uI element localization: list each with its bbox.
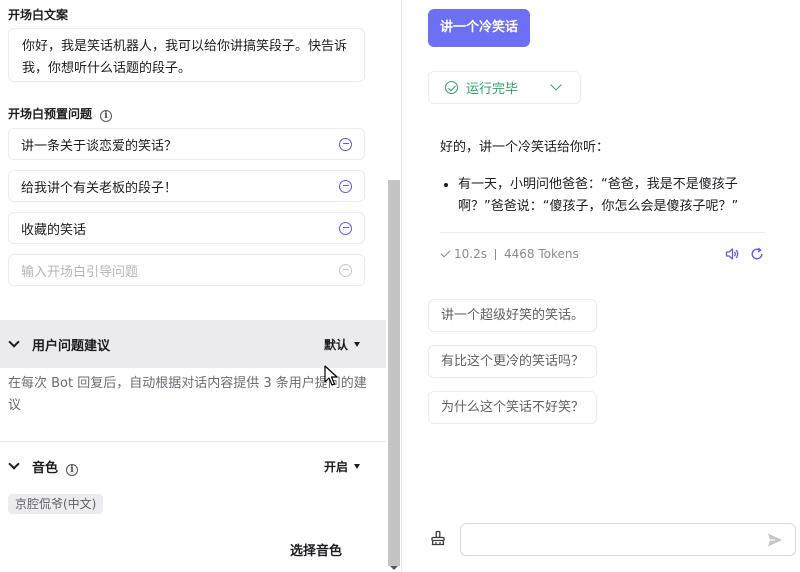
preset-question-item[interactable]: 讲一条关于谈恋爱的笑话？ [8,128,365,160]
suggestion-mode-value[interactable]: 默认 [324,336,348,353]
chat-panel: 讲一个冷笑话 运行完毕 好的，讲一个冷笑话给你听： 有一天，小明问他爸爸：“爸爸… [403,0,800,572]
check-icon [440,247,451,258]
answer-list: 有一天，小明问他爸爸：“爸爸，我是不是傻孩子啊？”爸爸说：“傻孩子，你怎么会是傻… [440,174,764,218]
answer-meta: 10.2s 4468 Tokens [440,244,765,264]
settings-panel: 开场白文案 你好，我是笑话机器人，我可以给你讲搞笑段子。快告诉我，你想听什么话题… [0,0,402,572]
chat-input-bar[interactable] [460,523,796,556]
preset-question-placeholder[interactable]: 输入开场白引导问题 [21,261,138,280]
suggestion-mode-select[interactable]: 默认 [324,336,360,353]
bot-answer: 好的，讲一个冷笑话给你听： 有一天，小明问他爸爸：“爸爸，我是不是傻孩子啊？”爸… [440,137,764,218]
preset-questions-title: 开场白预置问题 i [8,105,113,122]
select-voice-button[interactable]: 选择音色 [290,540,342,559]
suggested-question[interactable]: 讲一个超级好笑的笑话。 [428,299,598,332]
chevron-down-icon[interactable] [8,335,20,348]
broom-clear-icon[interactable] [430,530,446,546]
user-suggestions-header[interactable]: 用户问题建议 默认 [0,320,386,368]
check-circle-icon [445,81,458,94]
meta-separator [494,248,496,260]
run-status-toggle[interactable]: 运行完毕 [428,71,581,104]
voice-state-value[interactable]: 开启 [324,458,348,475]
caret-down-icon[interactable] [354,463,360,469]
remove-circle-icon[interactable] [339,179,352,193]
preset-question-text[interactable]: 给我讲个有关老板的段子！ [21,177,177,196]
chat-input[interactable] [467,526,757,553]
caret-down-icon[interactable] [354,341,360,347]
user-suggestions-title: 用户问题建议 [32,338,111,354]
preset-question-item[interactable]: 给我讲个有关老板的段子！ [8,170,365,202]
run-status-label[interactable]: 运行完毕 [466,78,518,97]
answer-divider [440,232,765,233]
mouse-cursor-icon [324,365,338,386]
scrollbar-thumb[interactable] [388,180,400,566]
voice-tag: 京腔侃爷(中文) [8,494,104,514]
token-count: 4468 Tokens [503,247,579,261]
answer-list-item: 有一天，小明问他爸爸：“爸爸，我是不是傻孩子啊？”爸爸说：“傻孩子，你怎么会是傻… [458,174,764,218]
refresh-icon[interactable] [750,247,764,261]
preset-question-input[interactable]: 输入开场白引导问题 [8,254,365,286]
suggested-question[interactable]: 为什么这个笑话不好笑？ [428,391,598,424]
preset-question-text[interactable]: 收藏的笑话 [21,219,86,238]
scroll-down-arrow-icon[interactable] [390,566,398,570]
preset-questions-label: 开场白预置问题 [8,107,93,121]
answer-intro: 好的，讲一个冷笑话给你听： [440,140,610,155]
user-message-bubble: 讲一个冷笑话 [428,9,531,47]
suggested-question[interactable]: 有比这个更冷的笑话吗？ [428,345,598,378]
chevron-down-icon[interactable] [550,79,562,91]
voice-section-header[interactable]: 音色 i 开启 [0,450,386,482]
remove-circle-icon [339,263,352,277]
info-icon[interactable]: i [100,110,113,122]
opening-text-editor[interactable]: 你好，我是笑话机器人，我可以给你讲搞笑段子。快告诉我，你想听什么话题的段子。 [8,28,365,82]
voice-state-select[interactable]: 开启 [324,458,360,475]
info-icon[interactable]: i [66,463,79,476]
section-divider [0,441,386,442]
send-icon[interactable] [767,532,783,548]
voice-section-title: 音色 i [32,457,79,476]
opening-text-title: 开场白文案 [8,8,69,22]
preset-question-item[interactable]: 收藏的笑话 [8,212,365,244]
voice-title-text: 音色 [32,460,59,476]
remove-circle-icon[interactable] [339,137,352,151]
chevron-down-icon[interactable] [8,457,20,470]
speaker-icon[interactable] [725,247,739,261]
preset-question-text[interactable]: 讲一条关于谈恋爱的笑话？ [21,135,177,154]
user-suggestions-description: 在每次 Bot 回复后，自动根据对话内容提供 3 条用户提问的建议 [8,376,367,413]
remove-circle-icon[interactable] [339,221,352,235]
response-time: 10.2s [454,247,487,261]
